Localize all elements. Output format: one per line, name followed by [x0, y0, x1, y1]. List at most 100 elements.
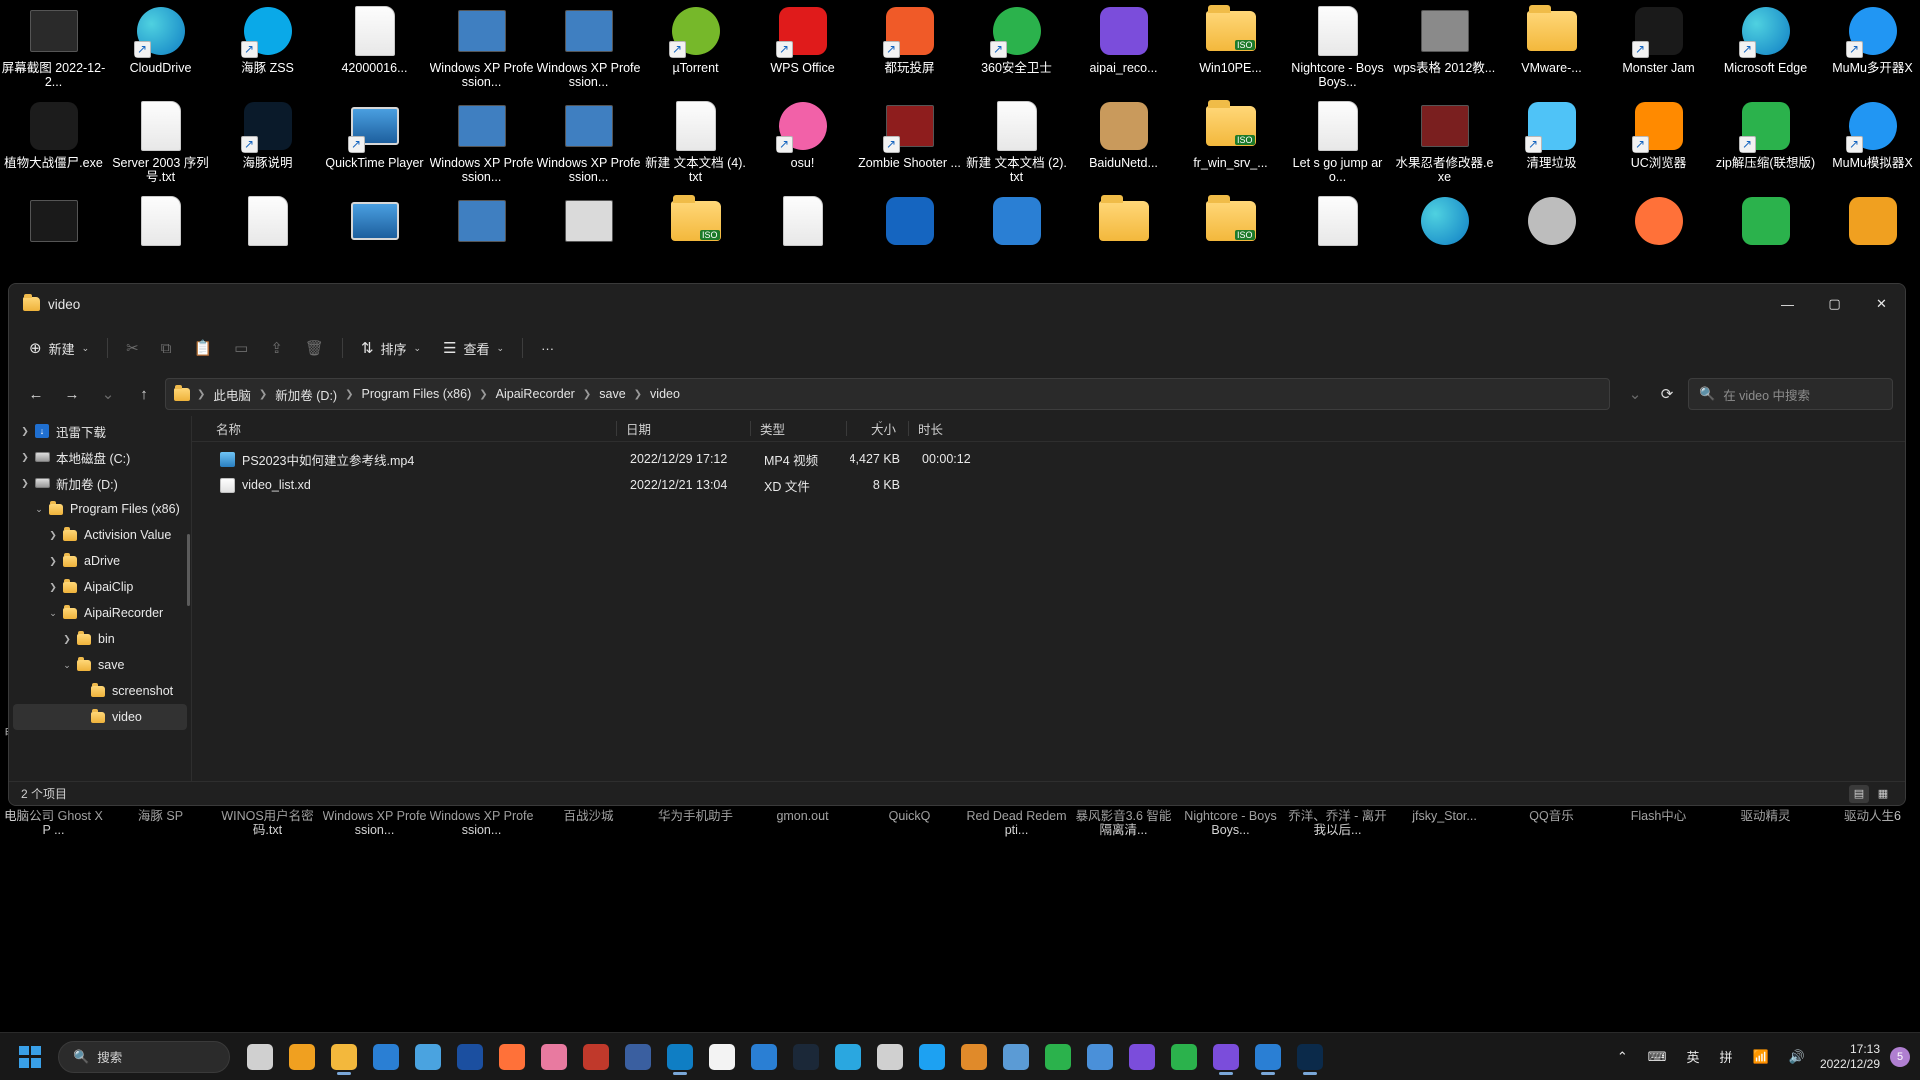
desktop-icon[interactable]: 新建 文本文档 (4).txt — [642, 95, 749, 195]
chevron-down-icon[interactable]: ⌄ — [59, 660, 75, 671]
desktop-icon[interactable] — [1070, 190, 1177, 290]
chevron-right-icon[interactable]: ❯ — [45, 556, 61, 567]
sidebar-item-[interactable]: ❯ ↓ 迅雷下载 — [13, 418, 187, 444]
taskbar-document-icon[interactable] — [702, 1037, 742, 1077]
desktop-icon[interactable]: 植物大战僵尸.exe — [0, 95, 107, 195]
desktop-icon[interactable]: ↗ Zombie Shooter ... — [856, 95, 963, 195]
file-explorer-window[interactable]: video — ▢ ✕ ⊕ 新建 ⌄ ✂ ⧉ 📋 ▭ ⇪ 🗑 ⇅ 排序 ⌄ ☰ … — [8, 283, 1906, 806]
sidebar-item-activision-value[interactable]: ❯ Activision Value — [13, 522, 187, 548]
taskbar-screen-recorder-icon[interactable] — [1248, 1037, 1288, 1077]
desktop-icon[interactable] — [1605, 190, 1712, 290]
taskbar-search[interactable]: 🔍 搜索 — [58, 1040, 230, 1073]
taskbar-game-app-icon[interactable] — [576, 1037, 616, 1077]
column-header-0[interactable]: 名称 — [206, 416, 616, 441]
desktop-icon[interactable]: ↗ WPS Office — [749, 0, 856, 100]
desktop-icon[interactable]: VMware-... — [1498, 0, 1605, 100]
breadcrumb-item[interactable]: save — [594, 384, 630, 404]
column-header-4[interactable]: 时长 — [908, 416, 1004, 441]
column-header-1[interactable]: 日期 — [616, 416, 750, 441]
desktop-icon[interactable]: Windows XP Profession... — [535, 0, 642, 100]
taskbar-mail-icon[interactable] — [744, 1037, 784, 1077]
breadcrumb-item[interactable]: Program Files (x86) — [357, 384, 477, 404]
desktop-icon[interactable]: aipai_reco... — [1070, 0, 1177, 100]
taskbar-edge-icon[interactable] — [660, 1037, 700, 1077]
desktop-icon[interactable]: Nightcore - Boys Boys... — [1284, 0, 1391, 100]
desktop-icon[interactable]: ↗ 都玩投屏 — [856, 0, 963, 100]
desktop-icon[interactable]: ISO Win10PE... — [1177, 0, 1284, 100]
sidebar-item-c[interactable]: ❯ 本地磁盘 (C:) — [13, 444, 187, 470]
address-dropdown-button[interactable]: ⌄ — [1620, 379, 1650, 409]
desktop-icon[interactable]: ISO — [1177, 190, 1284, 290]
chevron-right-icon[interactable]: ❯ — [17, 478, 33, 489]
new-button[interactable]: ⊕ 新建 ⌄ — [19, 332, 99, 364]
sidebar-item-save[interactable]: ⌄ save — [13, 652, 187, 678]
sidebar-item-video[interactable]: video — [13, 704, 187, 730]
desktop-icon[interactable] — [535, 190, 642, 290]
desktop-icon[interactable]: wps表格 2012教... — [1391, 0, 1498, 100]
file-row[interactable]: video_list.xd 2022/12/21 13:04 XD 文件 8 KB — [196, 472, 1901, 498]
file-list-pane[interactable]: 名称 日期 类型 大小 ⌄ 时长 PS2023中如何建立参考线.mp4 2022/12/29… — [192, 416, 1905, 781]
file-row[interactable]: PS2023中如何建立参考线.mp4 2022/12/29 17:12 MP4 视频… — [196, 446, 1901, 472]
desktop-icon[interactable]: 新建 文本文档 (2).txt — [963, 95, 1070, 195]
taskbar-clock-icon[interactable] — [870, 1037, 910, 1077]
paste-button[interactable]: 📋 — [183, 332, 222, 364]
ime-language[interactable]: 英 — [1682, 1043, 1705, 1070]
desktop-icon[interactable]: Windows XP Profession... — [428, 0, 535, 100]
desktop-icon[interactable]: ↗ 海豚说明 — [214, 95, 321, 195]
desktop-icon[interactable]: Windows XP Profession... — [535, 95, 642, 195]
column-header-3[interactable]: 大小 ⌄ — [846, 416, 908, 441]
desktop-icon[interactable]: ↗ 清理垃圾 — [1498, 95, 1605, 195]
desktop-icon[interactable] — [107, 190, 214, 290]
desktop[interactable]: 屏幕截图 2022-12-2... ↗ CloudDrive ↗ 海豚 ZSS 42000… — [0, 0, 1920, 1080]
navigation-pane[interactable]: ❯ ↓ 迅雷下载 ❯ 本地磁盘 (C:) ❯ 新加卷 (D:) ⌄ Program Files … — [9, 416, 192, 781]
volume-icon[interactable]: 🔊 — [1784, 1045, 1810, 1069]
taskbar-aipai-recorder-icon[interactable] — [1206, 1037, 1246, 1077]
taskbar-video-editor-icon[interactable] — [1122, 1037, 1162, 1077]
desktop-icon[interactable]: Windows XP Profession... — [428, 95, 535, 195]
large-icons-view-toggle[interactable]: ▦ — [1873, 785, 1893, 803]
taskbar-thunder-icon[interactable] — [366, 1037, 406, 1077]
desktop-icon[interactable]: ↗ MuMu多开器X — [1819, 0, 1920, 100]
sidebar-item-d[interactable]: ❯ 新加卷 (D:) — [13, 470, 187, 496]
desktop-icon[interactable] — [856, 190, 963, 290]
refresh-button[interactable]: ⟳ — [1652, 379, 1682, 409]
taskbar-file-explorer-icon[interactable] — [324, 1037, 364, 1077]
sidebar-item-screenshot[interactable]: screenshot — [13, 678, 187, 704]
breadcrumb-item[interactable]: 新加卷 (D:) — [270, 382, 342, 407]
desktop-icon[interactable]: Let s go jump aro... — [1284, 95, 1391, 195]
chevron-up-icon[interactable]: ⌃ — [1612, 1045, 1633, 1069]
sidebar-item-program-files-x86[interactable]: ⌄ Program Files (x86) — [13, 496, 187, 522]
breadcrumb[interactable]: ❯ 此电脑 ❯ 新加卷 (D:) ❯ Program Files (x86) ❯ AipaiR… — [165, 378, 1610, 410]
sidebar-item-adrive[interactable]: ❯ aDrive — [13, 548, 187, 574]
sidebar-scrollbar[interactable] — [187, 534, 190, 606]
chevron-right-icon[interactable]: ❯ — [59, 634, 75, 645]
taskbar-notepad-icon[interactable] — [408, 1037, 448, 1077]
share-button[interactable]: ⇪ — [260, 332, 293, 364]
desktop-icon[interactable] — [963, 190, 1070, 290]
desktop-icon[interactable] — [1498, 190, 1605, 290]
delete-button[interactable]: 🗑 — [295, 332, 334, 364]
desktop-icon[interactable]: ↗ CloudDrive — [107, 0, 214, 100]
taskbar-calculator-icon[interactable] — [996, 1037, 1036, 1077]
breadcrumb-item[interactable]: AipaiRecorder — [491, 384, 580, 404]
desktop-icon[interactable]: 水果忍者修改器.exe — [1391, 95, 1498, 195]
column-header-2[interactable]: 类型 — [750, 416, 846, 441]
breadcrumb-item[interactable]: 此电脑 — [208, 382, 256, 407]
desktop-icon[interactable] — [0, 190, 107, 290]
chevron-down-icon[interactable]: ⌄ — [45, 608, 61, 619]
taskbar-tencent-icon[interactable] — [912, 1037, 952, 1077]
clock[interactable]: 17:13 2022/12/29 — [1820, 1042, 1880, 1072]
close-button[interactable]: ✕ — [1858, 284, 1905, 324]
desktop-icon[interactable]: ↗ MuMu模拟器X — [1819, 95, 1920, 195]
taskbar-steam-icon[interactable] — [786, 1037, 826, 1077]
taskbar-widgets-icon[interactable] — [282, 1037, 322, 1077]
taskbar-bilibili-icon[interactable] — [534, 1037, 574, 1077]
chevron-down-icon[interactable]: ⌄ — [31, 504, 47, 515]
view-button[interactable]: ☰ 查看 ⌄ — [433, 332, 514, 364]
sidebar-item-aipairecorder[interactable]: ⌄ AipaiRecorder — [13, 600, 187, 626]
more-options-button[interactable]: ··· — [531, 332, 564, 364]
taskbar-quickq-icon[interactable] — [450, 1037, 490, 1077]
desktop-icon[interactable]: BaiduNetd... — [1070, 95, 1177, 195]
desktop-icon[interactable]: ↗ osu! — [749, 95, 856, 195]
keyboard-icon[interactable]: ⌨ — [1643, 1045, 1672, 1069]
